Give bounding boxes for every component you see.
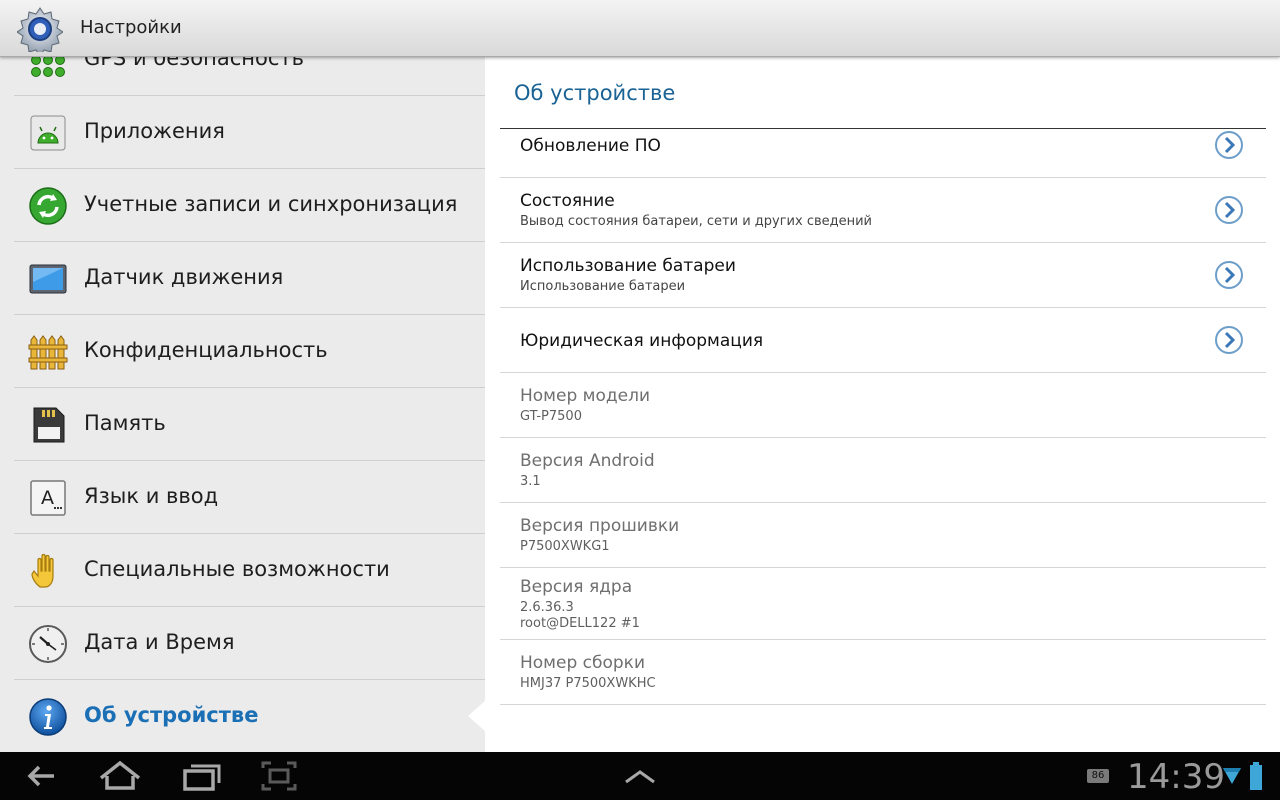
pref-title: Версия ядра [520,577,633,597]
battery-icon[interactable] [1249,762,1263,790]
notification-count-badge[interactable]: 86 [1087,769,1109,783]
sidebar-item-label: Дата и Время [84,630,235,654]
pref-summary: P7500XWKG1 [520,539,610,554]
sidebar-item-motion-sensor[interactable]: Датчик движения [14,242,485,315]
sidebar-item-label: Язык и ввод [84,484,219,508]
sidebar-item-label: Датчик движения [84,265,284,289]
chevron-right-icon [1215,326,1243,354]
recent-apps-icon[interactable] [182,758,222,794]
clock-icon [29,625,67,663]
pref-status[interactable]: Состояние Вывод состояния батареи, сети … [500,178,1266,243]
sidebar-item-privacy[interactable]: Конфиденциальность [14,315,485,388]
svg-text:A: A [41,487,54,509]
sidebar-item-gps-security[interactable]: GPS и безопасность [14,56,485,96]
sidebar-item-accessibility[interactable]: Специальные возможности [14,534,485,607]
pref-build-number[interactable]: Номер сборки HMJ37 P7500XWKHC [500,640,1266,705]
pref-title: Использование батареи [520,256,736,276]
settings-gear-icon[interactable] [17,6,63,52]
sidebar-item-date-time[interactable]: Дата и Время [14,607,485,680]
sidebar-item-storage[interactable]: Память [14,388,485,461]
chevron-right-icon [1215,261,1243,289]
pref-title: Номер сборки [520,653,646,673]
pref-firmware-version: Версия прошивки P7500XWKG1 [500,503,1266,568]
pref-model-number: Номер модели GT-P7500 [500,373,1266,438]
app-title: Настройки [80,17,182,38]
selection-pointer [468,700,486,732]
pref-summary: Использование батареи [520,279,686,294]
pref-title: Состояние [520,191,615,211]
pref-title: Версия прошивки [520,516,680,536]
sidebar-item-label: Об устройстве [84,703,259,727]
wifi-icon[interactable] [1222,764,1242,788]
pref-summary: 3.1 [520,474,541,489]
sidebar-item-label: Память [84,411,166,435]
back-icon[interactable] [22,758,60,794]
pref-title: Обновление ПО [520,136,661,156]
pref-summary: Вывод состояния батареи, сети и других с… [520,214,873,229]
pref-summary: 2.6.36.3 [520,600,574,615]
privacy-fence-icon [28,335,68,370]
sidebar-item-label: Специальные возможности [84,557,390,581]
sync-icon [29,187,67,225]
pref-legal-info[interactable]: Юридическая информация [500,308,1266,373]
sidebar-item-about-device[interactable]: Об устройстве [14,680,485,752]
home-icon[interactable] [97,758,143,794]
sidebar-item-label: GPS и безопасность [84,56,305,70]
pref-summary: HMJ37 P7500XWKHC [520,676,656,691]
accessibility-hand-icon [31,553,54,588]
pref-android-version[interactable]: Версия Android 3.1 [500,438,1266,503]
about-device-panel: Об устройстве Обновление ПО Состояние Вы… [485,56,1280,752]
language-keyboard-icon: A [30,480,66,516]
pref-summary: GT-P7500 [520,409,582,424]
storage-sd-icon [33,407,65,443]
pref-title: Версия Android [520,451,655,471]
screenshot-icon[interactable] [260,758,298,794]
page-title: Об устройстве [514,81,676,105]
pref-software-update[interactable]: Обновление ПО [500,129,1266,178]
pref-battery-usage[interactable]: Использование батареи Использование бата… [500,243,1266,308]
sidebar-item-label: Конфиденциальность [84,338,328,362]
sidebar-item-language-input[interactable]: A Язык и ввод [14,461,485,534]
applications-icon [30,115,66,151]
sidebar-item-accounts-sync[interactable]: Учетные записи и синхронизация [14,169,485,242]
chevron-right-icon [1215,196,1243,224]
pref-kernel-version: Версия ядра 2.6.36.3 root@DELL122 #1 [500,568,1266,640]
menu-up-icon[interactable] [622,758,658,794]
motion-sensor-icon [29,264,67,294]
location-security-icon [31,56,65,77]
system-bar: 86 [0,752,1280,800]
chevron-right-icon [1215,131,1243,159]
clock-time[interactable]: 14:39 [1127,757,1225,797]
action-bar: Настройки [0,0,1280,57]
sidebar-item-label: Учетные записи и синхронизация [84,192,458,216]
sidebar-item-label: Приложения [84,119,225,143]
pref-summary-line2: root@DELL122 #1 [520,616,640,631]
settings-category-list: GPS и безопасность Приложения Учетные за… [0,56,485,752]
pref-title: Юридическая информация [520,331,764,351]
pref-title: Номер модели [520,386,651,406]
info-icon [29,698,67,736]
sidebar-item-applications[interactable]: Приложения [14,96,485,169]
